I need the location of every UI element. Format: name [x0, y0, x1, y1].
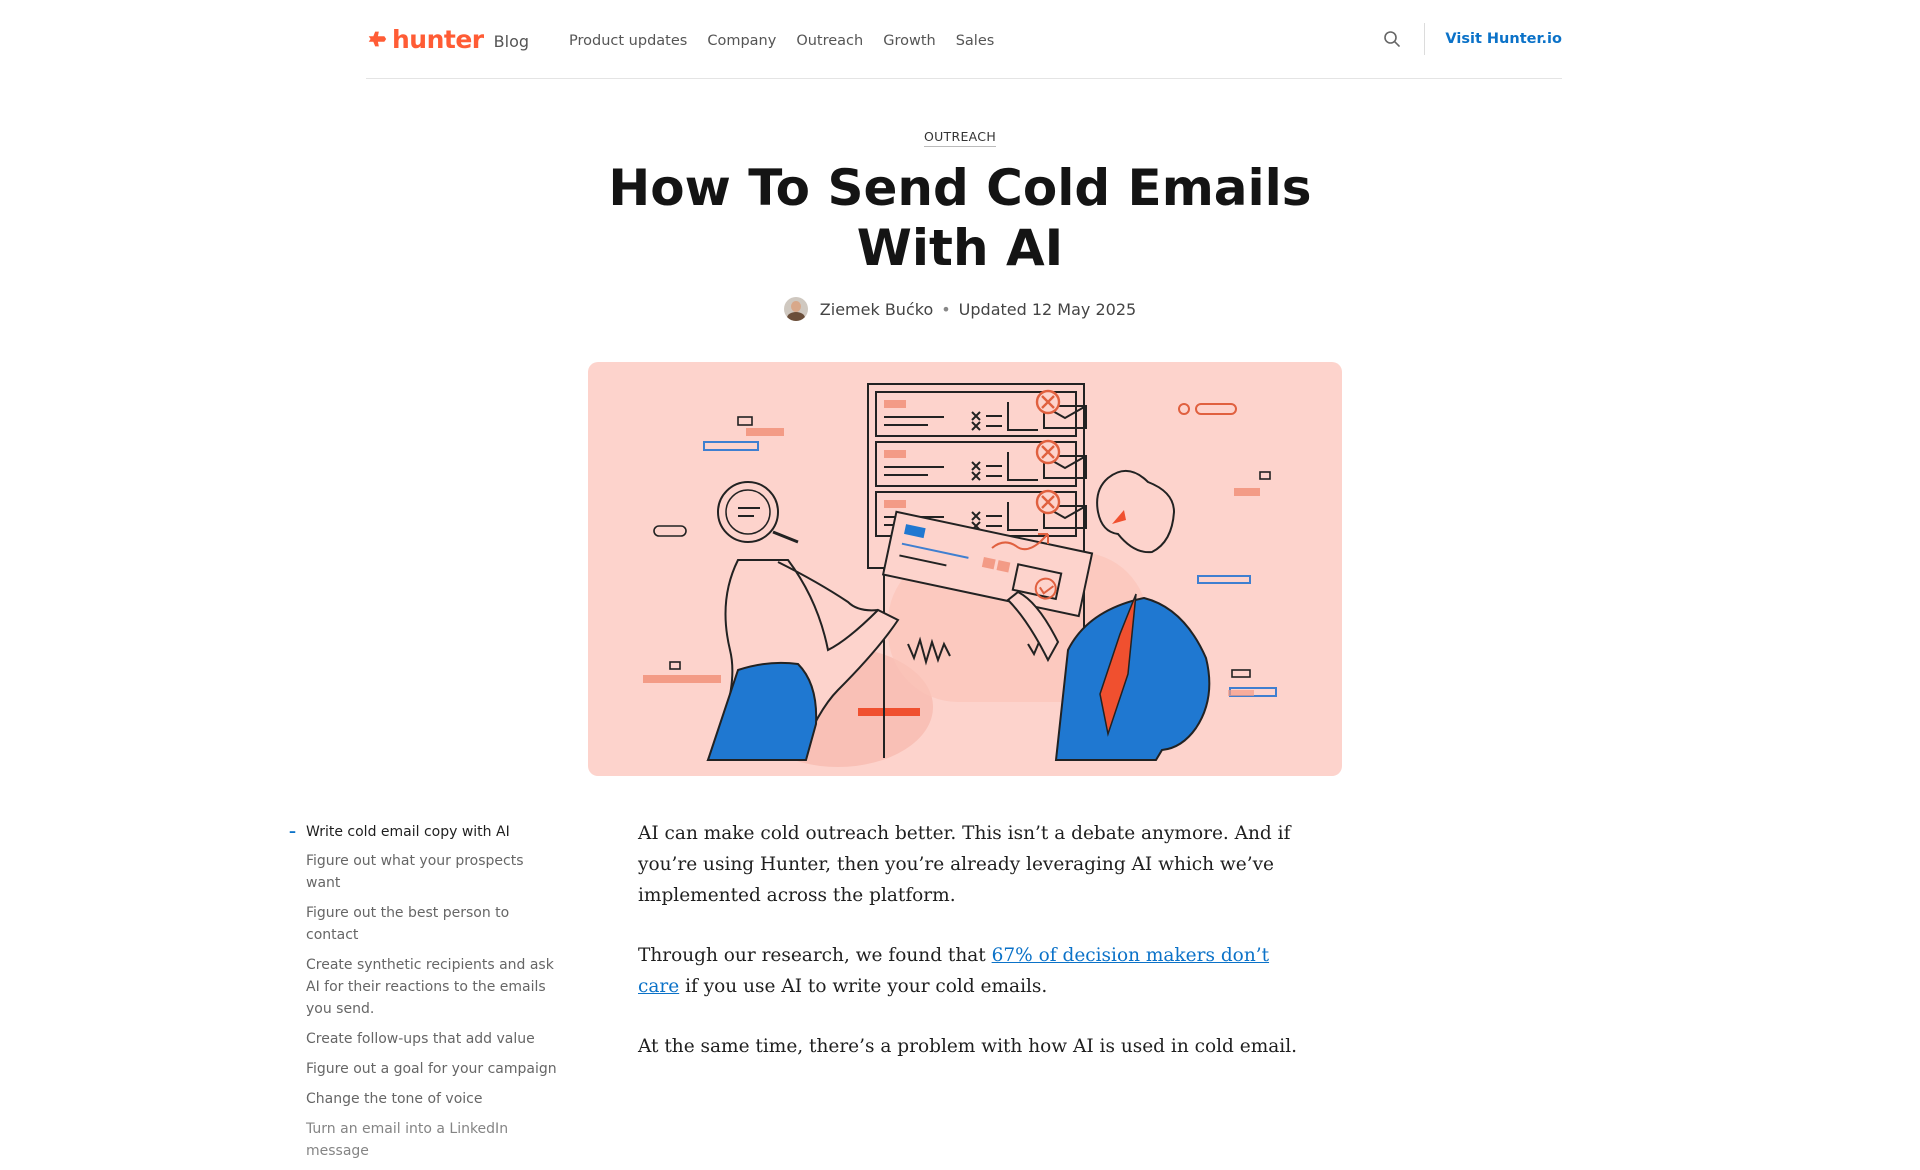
- toc-item[interactable]: Create synthetic recipients and ask AI f…: [306, 954, 558, 1020]
- header-right: Visit Hunter.io: [1380, 0, 1562, 78]
- logo-wordmark: hunter: [392, 24, 484, 54]
- nav-outreach[interactable]: Outreach: [796, 33, 863, 49]
- visit-hunter-link[interactable]: Visit Hunter.io: [1445, 31, 1562, 47]
- nav-product-updates[interactable]: Product updates: [569, 33, 687, 49]
- toc-item[interactable]: Change the tone of voice: [306, 1088, 558, 1110]
- toc-active-label: Write cold email copy with AI: [306, 824, 510, 840]
- paragraph: AI can make cold outreach better. This i…: [638, 823, 1291, 906]
- article-title: How To Send Cold Emails With AI: [608, 159, 1312, 277]
- author-name[interactable]: Ziemek Bućko: [820, 300, 933, 319]
- category-link[interactable]: OUTREACH: [923, 129, 997, 147]
- toc-item[interactable]: Figure out the best person to contact: [306, 902, 558, 946]
- site-header: hunter Blog Product updates Company Outr…: [366, 0, 1562, 79]
- search-icon: [1384, 31, 1401, 47]
- byline-separator: •: [941, 299, 951, 319]
- paragraph-text: Through our research, we found that: [638, 945, 992, 966]
- toc-item-active[interactable]: – Write cold email copy with AI: [289, 824, 559, 840]
- main-nav: Product updates Company Outreach Growth …: [569, 33, 1014, 49]
- hero-image: [588, 362, 1342, 776]
- updated-date: Updated 12 May 2025: [958, 299, 1137, 319]
- blog-label[interactable]: Blog: [494, 32, 529, 51]
- byline: Ziemek Bućko • Updated 12 May 2025: [0, 297, 1920, 321]
- hunter-logo-icon: [368, 31, 387, 47]
- paragraph: At the same time, there’s a problem with…: [638, 1036, 1297, 1057]
- article-category: OUTREACH: [0, 126, 1920, 147]
- toc-item[interactable]: Turn an email into a LinkedIn message: [306, 1118, 558, 1162]
- author-avatar: [783, 297, 808, 321]
- nav-growth[interactable]: Growth: [883, 33, 936, 49]
- toc-item[interactable]: Figure out what your prospects want: [306, 850, 558, 894]
- table-of-contents: – Write cold email copy with AI Figure o…: [289, 824, 559, 1170]
- toc-item[interactable]: Figure out a goal for your campaign: [306, 1058, 558, 1080]
- hero-illustration: [643, 383, 1277, 767]
- hunter-logo[interactable]: hunter: [366, 25, 484, 54]
- toc-active-marker: –: [289, 824, 296, 840]
- paragraph-text: if you use AI to write your cold emails.: [679, 976, 1048, 997]
- nav-sales[interactable]: Sales: [956, 33, 995, 49]
- article-body: AI can make cold outreach better. This i…: [638, 818, 1298, 1091]
- toc-item[interactable]: Create follow-ups that add value: [306, 1028, 558, 1050]
- search-button[interactable]: [1380, 27, 1404, 51]
- paragraph: Through our research, we found that 67% …: [638, 940, 1298, 1002]
- nav-company[interactable]: Company: [707, 33, 776, 49]
- header-divider: [1424, 23, 1426, 55]
